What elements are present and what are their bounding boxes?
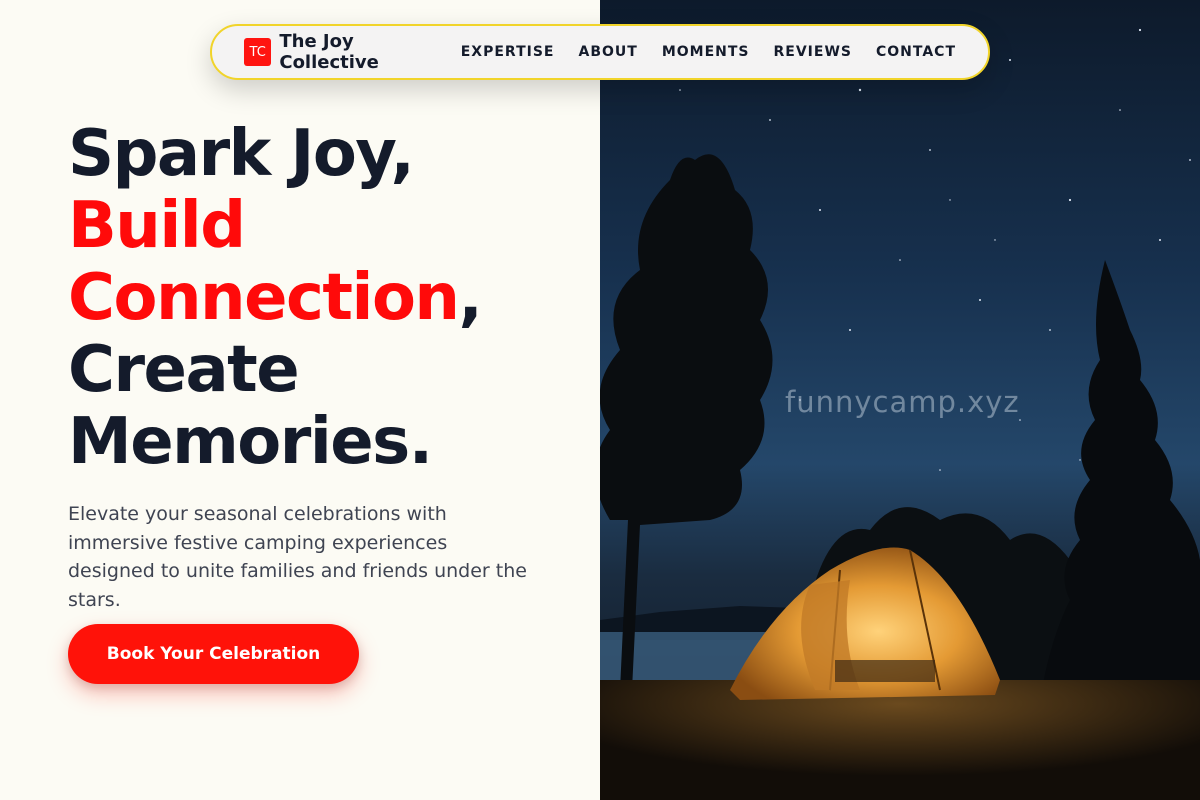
watermark: funnycamp.xyz [785, 385, 1020, 419]
headline-line-5: Memories. [68, 405, 433, 479]
book-celebration-button[interactable]: Book Your Celebration [68, 624, 359, 684]
headline-line-1: Spark Joy, [68, 117, 415, 191]
top-navbar: TC The Joy Collective EXPERTISE ABOUT MO… [210, 24, 990, 80]
headline-accent-connection: Connection [68, 261, 460, 335]
headline-line-4: Create [68, 333, 300, 407]
headline-line-3: Connection, [68, 261, 483, 335]
hero-headline: Spark Joy, Build Connection, Create Memo… [68, 117, 483, 479]
nav-link-moments[interactable]: MOMENTS [662, 44, 750, 60]
brand-logo[interactable]: TC The Joy Collective [244, 31, 429, 73]
nav-link-reviews[interactable]: REVIEWS [774, 44, 852, 60]
logo-mark: TC [244, 38, 272, 66]
headline-comma: , [458, 261, 482, 335]
hero-description: Elevate your seasonal celebrations with … [68, 503, 527, 611]
nav-link-about[interactable]: ABOUT [578, 44, 637, 60]
brand-name: The Joy Collective [279, 31, 379, 73]
nav-link-contact[interactable]: CONTACT [876, 44, 956, 60]
nav-link-expertise[interactable]: EXPERTISE [461, 44, 555, 60]
headline-line-2: Build [68, 189, 246, 263]
nav-links: EXPERTISE ABOUT MOMENTS REVIEWS CONTACT [461, 44, 956, 60]
